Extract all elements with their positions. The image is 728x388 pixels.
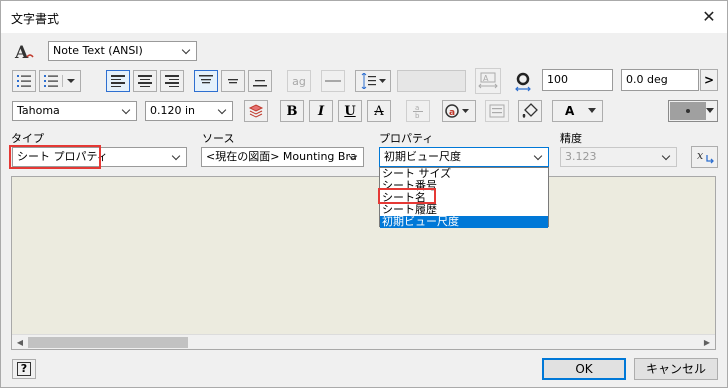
valign-top-button[interactable] bbox=[194, 70, 218, 92]
chevron-down-icon bbox=[181, 42, 193, 60]
ok-button[interactable]: OK bbox=[542, 358, 626, 380]
stacking-button[interactable]: ag bbox=[287, 70, 311, 92]
help-icon: ? bbox=[16, 362, 32, 376]
swatch-dot bbox=[686, 109, 690, 113]
source-combo[interactable]: <現在の図面> Mounting Bra bbox=[201, 147, 364, 167]
precision-combo[interactable]: 3.123 bbox=[560, 147, 677, 167]
horizontal-scrollbar[interactable]: ◀ ▶ bbox=[12, 334, 715, 349]
title-bar: 文字書式 ✕ bbox=[1, 1, 727, 33]
svg-text:x: x bbox=[697, 149, 704, 162]
precision-label: 精度 bbox=[560, 132, 582, 145]
bold-glyph: B bbox=[286, 103, 298, 119]
rotation-angle-input[interactable]: 0.0 deg bbox=[621, 69, 699, 91]
type-label: タイプ bbox=[11, 132, 44, 145]
type-highlight-box bbox=[9, 145, 101, 169]
align-center-button[interactable] bbox=[133, 70, 157, 92]
property-combo[interactable]: 初期ビュー尺度 bbox=[379, 147, 549, 167]
source-label: ソース bbox=[202, 132, 235, 145]
fraction-button[interactable]: ab bbox=[406, 100, 430, 122]
valign-bottom-button[interactable] bbox=[248, 70, 272, 92]
svg-text:A: A bbox=[14, 43, 29, 63]
precision-value: 3.123 bbox=[565, 150, 597, 163]
background-color-button[interactable] bbox=[668, 100, 718, 122]
chevron-down-icon bbox=[661, 148, 673, 166]
underline-glyph: U bbox=[344, 103, 356, 119]
italic-glyph: I bbox=[317, 103, 325, 119]
sheet-name-highlight-box bbox=[378, 188, 436, 204]
font-size-value: 0.120 in bbox=[150, 104, 196, 117]
chevron-down-icon bbox=[533, 148, 545, 166]
strikethrough-button[interactable]: A bbox=[367, 100, 391, 122]
cancel-button[interactable]: キャンセル bbox=[634, 358, 718, 380]
strikethrough-glyph: A bbox=[374, 103, 384, 119]
rotation-angle-value: 0.0 deg bbox=[626, 73, 668, 86]
text-color-button[interactable]: A bbox=[552, 100, 603, 122]
more-options-glyph: > bbox=[703, 73, 715, 87]
text-style-combo[interactable]: Note Text (ANSI) bbox=[48, 41, 197, 61]
align-right-button[interactable] bbox=[160, 70, 184, 92]
svg-text:b: b bbox=[415, 112, 420, 119]
property-value: 初期ビュー尺度 bbox=[384, 150, 461, 163]
text-style-value: Note Text (ANSI) bbox=[53, 44, 143, 57]
stacking-label: ag bbox=[292, 74, 306, 88]
scroll-left-icon[interactable]: ◀ bbox=[14, 337, 26, 348]
list-item-selected[interactable]: 初期ビュー尺度 bbox=[380, 216, 548, 228]
numbered-list-button[interactable] bbox=[39, 70, 81, 92]
valign-middle-button[interactable] bbox=[221, 70, 245, 92]
scrollbar-thumb[interactable] bbox=[28, 337, 188, 348]
chevron-down-icon bbox=[121, 102, 133, 120]
text-style-icon: A bbox=[13, 41, 35, 63]
dialog-title: 文字書式 bbox=[11, 12, 60, 26]
property-label: プロパティ bbox=[379, 132, 434, 145]
more-options-button[interactable]: > bbox=[700, 69, 718, 91]
align-left-button[interactable] bbox=[106, 70, 130, 92]
insert-field-button[interactable] bbox=[485, 100, 509, 122]
svg-text:a: a bbox=[449, 108, 455, 118]
close-icon[interactable]: ✕ bbox=[699, 7, 719, 27]
spacing-value-field[interactable] bbox=[397, 70, 466, 92]
chevron-down-icon bbox=[217, 102, 229, 120]
text-color-glyph: A bbox=[565, 104, 575, 118]
text-height-input[interactable]: 100 bbox=[542, 69, 613, 91]
fit-text-icon[interactable]: A bbox=[475, 68, 501, 94]
font-value: Tahoma bbox=[17, 104, 60, 117]
svg-text:A: A bbox=[483, 74, 489, 83]
line-spacing-button[interactable] bbox=[355, 70, 391, 92]
chevron-down-icon bbox=[348, 148, 360, 166]
rotation-icon bbox=[512, 70, 534, 92]
underline-button[interactable]: U bbox=[338, 100, 362, 122]
chevron-down-icon bbox=[171, 148, 183, 166]
svg-text:a: a bbox=[415, 104, 419, 112]
insert-text-parameter-button[interactable]: x bbox=[691, 146, 718, 168]
bold-button[interactable]: B bbox=[280, 100, 304, 122]
source-value: <現在の図面> Mounting Bra bbox=[206, 150, 357, 163]
italic-button[interactable]: I bbox=[309, 100, 333, 122]
symbol-button[interactable]: a bbox=[442, 100, 476, 122]
fill-bucket-button[interactable] bbox=[518, 100, 542, 122]
help-button[interactable]: ? bbox=[12, 359, 36, 379]
font-combo[interactable]: Tahoma bbox=[12, 101, 137, 121]
font-size-combo[interactable]: 0.120 in bbox=[145, 101, 233, 121]
text-edit-area[interactable]: ◀ ▶ bbox=[11, 176, 716, 350]
bullet-list-button[interactable] bbox=[12, 70, 36, 92]
scroll-right-icon[interactable]: ▶ bbox=[701, 337, 713, 348]
text-format-dialog: 文字書式 ✕ A Note Text (ANSI) ag A 100 0.0 d… bbox=[0, 0, 728, 388]
text-height-value: 100 bbox=[547, 73, 568, 86]
stacked-lines-button[interactable] bbox=[244, 100, 268, 122]
line-button[interactable] bbox=[321, 70, 345, 92]
